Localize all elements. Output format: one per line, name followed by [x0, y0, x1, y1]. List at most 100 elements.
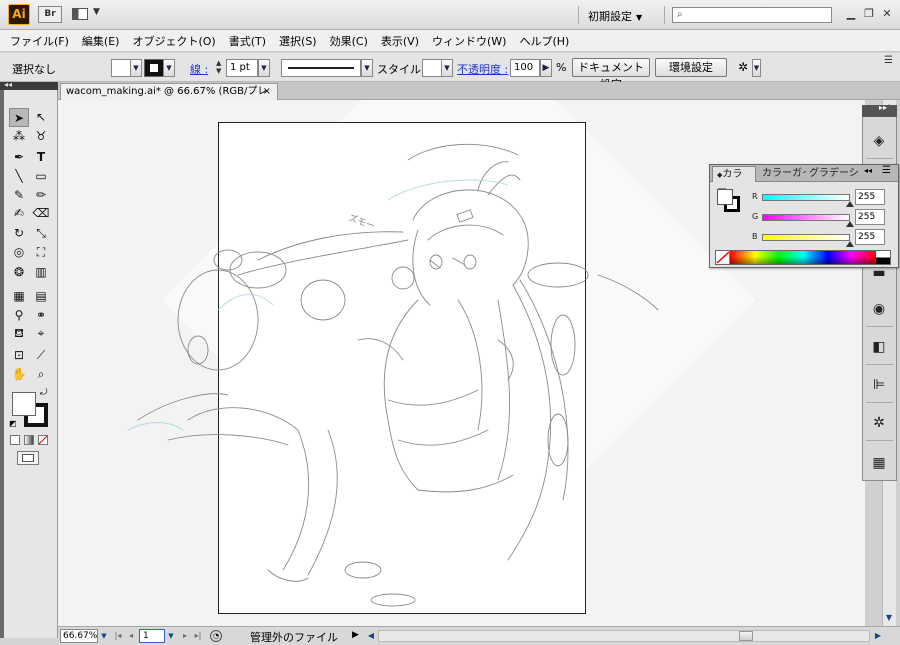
stroke-weight-dropdown[interactable]: ▼	[258, 59, 270, 77]
document-setup-button[interactable]: ドキュメント設定	[572, 58, 650, 91]
prev-page-icon[interactable]: ◂	[126, 630, 136, 642]
green-slider-thumb[interactable]	[846, 221, 854, 227]
tab-color[interactable]: ◆カラー	[712, 166, 756, 196]
lasso-tool-icon[interactable]: ♉	[31, 127, 51, 146]
none-mode-button[interactable]	[38, 435, 48, 445]
scale-tool-icon[interactable]: ⤡	[31, 224, 51, 243]
stroke-weight-stepper[interactable]: ▲ ▼	[216, 59, 225, 77]
arrange-documents-button[interactable]: ▼	[70, 7, 102, 22]
menu-window[interactable]: ウィンドウ(W)	[432, 33, 506, 49]
live-paint-bucket-tool-icon[interactable]: ⛾	[9, 324, 29, 343]
collapse-panel-icon[interactable]: ◂◂	[864, 166, 872, 175]
zoom-dropdown[interactable]: ▼	[98, 629, 110, 643]
align-panel-icon[interactable]: ⊫	[868, 374, 890, 396]
screen-mode-button[interactable]	[17, 451, 39, 465]
graphic-style-swatch[interactable]	[422, 59, 442, 77]
transparency-panel-icon[interactable]: ◉	[868, 298, 890, 320]
menu-effect[interactable]: 効果(C)	[330, 33, 368, 49]
color-spectrum[interactable]	[715, 250, 891, 265]
black-white-swatch[interactable]	[876, 251, 890, 264]
symbol-sprayer-tool-icon[interactable]: ❂	[9, 263, 29, 282]
swap-fill-stroke-icon[interactable]: ⤾	[40, 388, 48, 398]
red-value-input[interactable]: 255	[855, 189, 885, 205]
live-paint-selection-tool-icon[interactable]: ⌖	[31, 324, 51, 343]
green-slider[interactable]	[762, 214, 850, 221]
slice-tool-icon[interactable]: ⟋	[31, 346, 51, 365]
wand-icon[interactable]: ✲	[738, 60, 748, 74]
page-number-input[interactable]: 1	[139, 629, 165, 643]
next-page-icon[interactable]: ▸	[180, 630, 190, 642]
horizontal-scrollbar[interactable]	[378, 630, 870, 642]
rotate-tool-icon[interactable]: ↻	[9, 224, 29, 243]
line-tool-icon[interactable]: ╲	[9, 167, 29, 186]
green-value-input[interactable]: 255	[855, 209, 885, 225]
direct-selection-tool-icon[interactable]: ↖	[31, 108, 51, 127]
pencil-tool-icon[interactable]: ✏	[31, 186, 51, 205]
magic-wand-panel-icon[interactable]: ✲	[868, 412, 890, 434]
scroll-down-button[interactable]: ▼	[882, 611, 896, 625]
graphic-style-dropdown[interactable]: ▼	[441, 59, 453, 77]
scroll-left-button[interactable]: ◀	[365, 629, 377, 643]
toolbox-header[interactable]: ◂◂	[0, 80, 58, 90]
menu-type[interactable]: 書式(T)	[229, 33, 266, 49]
blue-slider[interactable]	[762, 234, 850, 241]
opacity-slider-button[interactable]: ▶	[540, 59, 552, 77]
menu-view[interactable]: 表示(V)	[381, 33, 419, 49]
blob-brush-tool-icon[interactable]: ✍	[9, 204, 29, 223]
selection-tool-icon[interactable]: ➤	[9, 108, 29, 127]
color-mode-button[interactable]	[10, 435, 20, 445]
warp-tool-icon[interactable]: ◎	[9, 243, 29, 262]
restore-button[interactable]: ❐	[862, 7, 876, 21]
blue-slider-thumb[interactable]	[846, 241, 854, 247]
red-slider[interactable]	[762, 194, 850, 201]
graph-tool-icon[interactable]: ▥	[31, 263, 51, 282]
tab-gradient[interactable]: グラデーション	[805, 166, 860, 182]
page-dropdown[interactable]: ▼	[165, 629, 177, 643]
none-color-icon[interactable]	[716, 251, 730, 264]
brush-dropdown[interactable]: ▼	[361, 59, 373, 77]
zoom-tool-icon[interactable]: ⌕	[31, 365, 51, 384]
control-options-dropdown[interactable]: ▼	[752, 59, 761, 77]
scroll-right-button[interactable]: ▶	[872, 629, 884, 643]
horizontal-scroll-thumb[interactable]	[739, 631, 753, 641]
eyedropper-tool-icon[interactable]: ⚲	[9, 306, 29, 325]
eraser-tool-icon[interactable]: ⌫	[31, 204, 51, 223]
stroke-dropdown[interactable]: ▼	[163, 59, 175, 77]
free-transform-tool-icon[interactable]: ⛶	[31, 243, 51, 262]
paintbrush-tool-icon[interactable]: ✎	[9, 186, 29, 205]
zoom-level-input[interactable]: 66.67%	[60, 629, 98, 643]
fill-color-swatch[interactable]	[111, 59, 131, 77]
red-slider-thumb[interactable]	[846, 201, 854, 207]
hand-tool-icon[interactable]: ✋	[9, 365, 29, 384]
fill-swatch[interactable]	[12, 392, 36, 416]
workspace-switcher[interactable]: 初期設定 ▼	[588, 8, 658, 23]
magic-wand-tool-icon[interactable]: ⁂	[9, 127, 29, 146]
fill-dropdown[interactable]: ▼	[130, 59, 142, 77]
stroke-color-swatch[interactable]	[144, 59, 164, 77]
menu-help[interactable]: ヘルプ(H)	[519, 33, 569, 49]
pen-tool-icon[interactable]: ✒	[9, 148, 29, 167]
panel-menu-icon[interactable]: ☰	[884, 55, 893, 66]
opacity-label-link[interactable]: 不透明度 :	[457, 61, 508, 77]
menu-object[interactable]: オブジェクト(O)	[132, 33, 215, 49]
document-tab[interactable]: wacom_making.ai* @ 66.67% (RGB/プレビュー) ×	[60, 83, 278, 112]
layers-panel-icon[interactable]: ◈	[868, 130, 890, 152]
dock-header[interactable]: ▸▸	[862, 103, 897, 117]
status-menu-arrow[interactable]: ▶	[352, 630, 359, 640]
tab-color-guide[interactable]: カラーガイド	[758, 166, 806, 182]
pathfinder-panel-icon[interactable]: ◧	[868, 336, 890, 358]
opacity-input[interactable]: 100	[510, 59, 540, 77]
preferences-button[interactable]: 環境設定	[655, 58, 727, 77]
default-fill-stroke-icon[interactable]: ◩	[9, 419, 17, 428]
type-tool-icon[interactable]: T	[31, 148, 51, 167]
gradient-mode-button[interactable]	[24, 435, 34, 445]
menu-file[interactable]: ファイル(F)	[10, 33, 69, 49]
menu-edit[interactable]: 編集(E)	[82, 33, 120, 49]
close-tab-icon[interactable]: ×	[263, 84, 271, 99]
gradient-tool-icon[interactable]: ▤	[31, 287, 51, 306]
stroke-weight-input[interactable]: 1 pt	[226, 59, 258, 77]
brush-definition-field[interactable]	[281, 59, 361, 77]
panel-menu-icon[interactable]: ☰	[882, 165, 891, 176]
mesh-tool-icon[interactable]: ▦	[9, 287, 29, 306]
last-page-icon[interactable]: ▸|	[193, 630, 203, 642]
